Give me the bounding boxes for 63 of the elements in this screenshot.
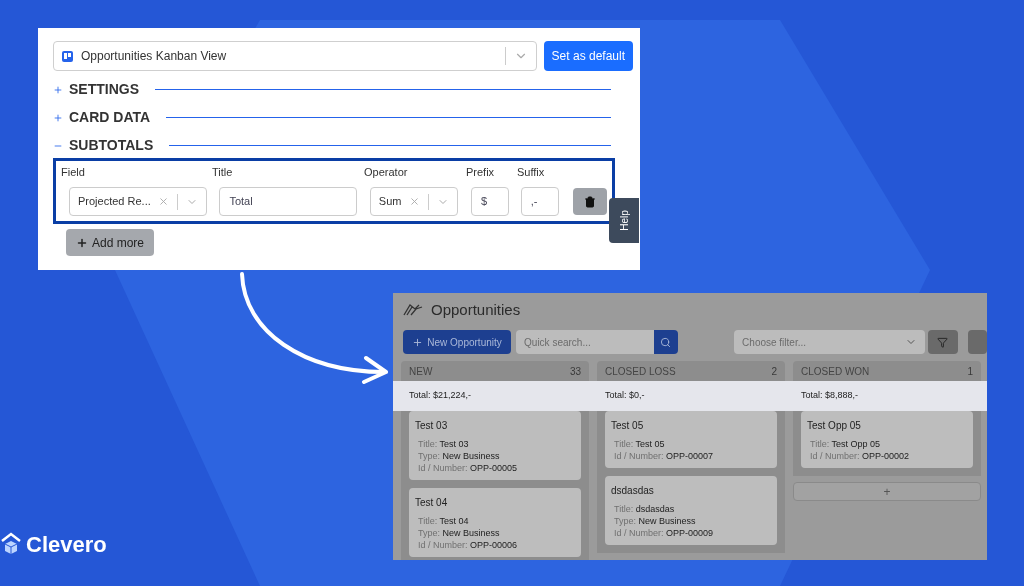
card-field: Id / Number: OPP-00006 <box>415 539 575 551</box>
card-field: Title: Test 04 <box>415 515 575 527</box>
column-header: NEW 33 <box>401 361 589 381</box>
view-select[interactable]: Opportunities Kanban View <box>53 41 537 71</box>
card-field: Title: Test 05 <box>611 438 771 450</box>
filter-icon <box>937 336 949 348</box>
card-field: Id / Number: OPP-00002 <box>807 450 967 462</box>
search-button[interactable] <box>653 330 679 354</box>
search-icon <box>660 336 672 348</box>
column-total: Total: $8,888,- <box>800 389 860 403</box>
set-default-button[interactable]: Set as default <box>543 41 633 71</box>
card-field: Title: Test 03 <box>415 438 575 450</box>
opportunity-card[interactable]: dsdasdas Title: dsdasdas Type: New Business Id / Number: OPP-00009 <box>605 476 777 545</box>
opportunity-card[interactable]: Test 03 Title: Test 03 Type: New Business Id / Number: OPP-00005 <box>409 411 581 480</box>
plus-icon <box>53 112 63 123</box>
title-input[interactable]: Total <box>219 187 357 216</box>
filter-button[interactable] <box>928 330 958 354</box>
section-header[interactable]: SETTINGS <box>53 79 139 100</box>
section-header[interactable]: SUBTOTALS <box>53 135 154 156</box>
view-name: Opportunities Kanban View <box>81 48 228 65</box>
column-label: Field <box>61 165 86 178</box>
card-field: Id / Number: OPP-00007 <box>611 450 771 462</box>
card-heading: Test 05 <box>611 419 645 433</box>
column-label: Operator <box>364 165 409 178</box>
suffix-input[interactable]: ,- <box>520 187 560 216</box>
delete-button[interactable] <box>573 188 607 215</box>
card-field: Title: dsdasdas <box>611 503 771 515</box>
column-total: Total: $21,224,- <box>408 389 473 403</box>
section-header[interactable]: CARD DATA <box>53 107 151 128</box>
card-field: Type: New Business <box>415 527 575 539</box>
opportunity-card[interactable]: Test 05 Title: Test 05 Id / Number: OPP-00007 <box>605 411 777 468</box>
plus-icon <box>412 336 424 348</box>
field-select[interactable]: Projected Re... <box>69 187 208 216</box>
column-label: Prefix <box>466 165 496 178</box>
brand-name: Clevero <box>26 531 107 559</box>
card-field: Title: Test Opp 05 <box>807 438 967 450</box>
opportunity-card[interactable]: Test Opp 05 Title: Test Opp 05 Id / Number: OPP-00002 <box>801 411 973 468</box>
help-tab[interactable]: Help <box>609 198 639 243</box>
column-header: CLOSED WON 1 <box>793 361 981 381</box>
plus-icon <box>76 236 88 249</box>
card-heading: Test 03 <box>415 419 449 433</box>
card-field: Type: New Business <box>611 515 771 527</box>
prefix-input[interactable]: $ <box>470 187 509 216</box>
card-heading: dsdasdas <box>611 484 655 498</box>
column-total: Total: $0,- <box>604 389 646 403</box>
add-more-button[interactable]: Add more <box>66 229 155 256</box>
card-heading: Test 04 <box>415 496 449 510</box>
clear-icon <box>408 196 420 207</box>
card-field: Type: New Business <box>415 450 575 462</box>
column-header: CLOSED LOSS 2 <box>597 361 785 381</box>
card-heading: Test Opp 05 <box>807 419 862 433</box>
trash-icon <box>584 195 597 208</box>
opportunity-card[interactable]: Test 04 Title: Test 04 Type: New Business Id / Number: OPP-00006 <box>409 488 581 557</box>
column-label: Title <box>212 165 234 178</box>
plus-icon <box>53 84 63 95</box>
new-opportunity-button[interactable]: New Opportunity <box>403 330 512 354</box>
card-field: Id / Number: OPP-00009 <box>611 527 771 539</box>
page-title: Opportunities <box>431 299 521 320</box>
operator-select[interactable]: Sum <box>369 187 458 216</box>
board-icon <box>62 50 73 62</box>
clear-icon <box>158 196 170 207</box>
column-label: Suffix <box>517 165 545 178</box>
card-field: Id / Number: OPP-00005 <box>415 462 575 474</box>
